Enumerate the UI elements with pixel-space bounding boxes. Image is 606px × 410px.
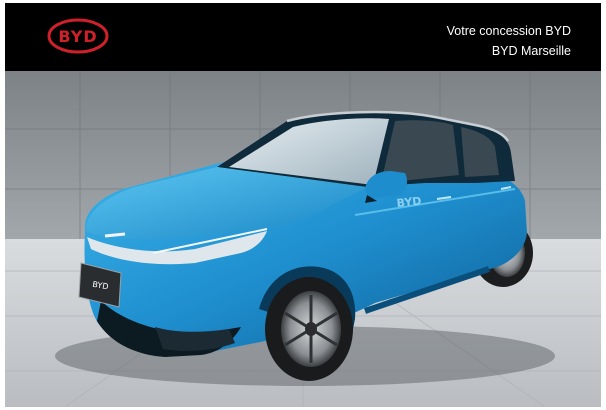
car-photo[interactable]: BYD BYD xyxy=(5,71,601,407)
listing-frame: BYD Votre concession BYD BYD Marseille B… xyxy=(5,3,601,407)
dealer-title: Votre concession BYD xyxy=(446,24,571,38)
dealer-info: Votre concession BYD BYD Marseille xyxy=(447,21,571,61)
side-badge: BYD xyxy=(396,194,422,210)
dealer-name: BYD Marseille xyxy=(491,44,571,58)
byd-logo[interactable]: BYD xyxy=(47,17,109,55)
dealer-header: BYD Votre concession BYD BYD Marseille xyxy=(5,3,601,71)
svg-text:BYD: BYD xyxy=(58,27,97,46)
